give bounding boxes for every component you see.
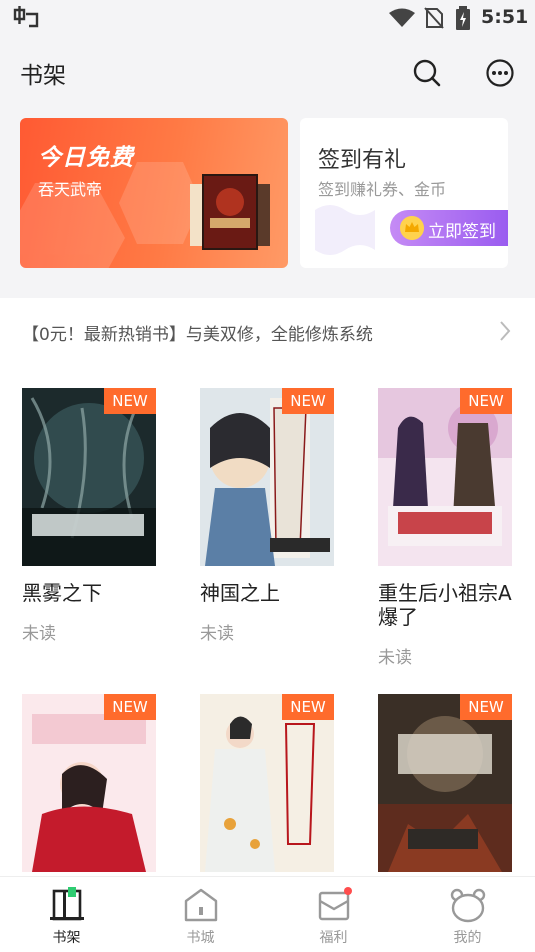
gift-icon xyxy=(318,887,352,921)
book-cover: NEW xyxy=(200,388,334,566)
book-cover: NEW xyxy=(378,388,512,566)
page-title: 书架 xyxy=(20,63,66,89)
new-badge: NEW xyxy=(104,388,156,414)
app-logo-icon xyxy=(13,6,39,28)
bottom-navigation: 书架 书城 福利 我的 xyxy=(0,876,535,952)
search-icon[interactable] xyxy=(412,58,442,88)
free-today-card[interactable]: 今日免费 吞天武帝 xyxy=(20,118,288,268)
free-today-label: 今日免费 xyxy=(38,145,134,171)
nav-store[interactable]: 书城 xyxy=(134,877,267,952)
new-badge: NEW xyxy=(282,388,334,414)
sign-in-button[interactable]: 立即签到 xyxy=(390,210,508,246)
sign-in-button-label: 立即签到 xyxy=(428,222,496,242)
free-book-cover xyxy=(190,174,270,250)
new-badge: NEW xyxy=(460,694,512,720)
nav-label: 书架 xyxy=(52,930,81,946)
nav-bookshelf[interactable]: 书架 xyxy=(0,877,133,952)
new-badge: NEW xyxy=(460,388,512,414)
status-bar: 5:51 xyxy=(0,0,535,36)
sign-in-title: 签到有礼 xyxy=(318,148,407,173)
nav-label: 福利 xyxy=(319,930,348,946)
chevron-right-icon xyxy=(500,321,511,341)
nav-label: 我的 xyxy=(453,930,482,946)
banner-text: 【0元！最新热销书】与美双修，全能修炼系统 xyxy=(22,325,373,345)
nav-label: 书城 xyxy=(186,930,215,946)
book-cover: NEW xyxy=(378,694,512,872)
free-book-title: 吞天武帝 xyxy=(38,180,103,199)
promo-banner[interactable]: 【0元！最新热销书】与美双修，全能修炼系统 xyxy=(0,298,535,364)
book-read-status: 未读 xyxy=(22,624,56,644)
new-badge: NEW xyxy=(104,694,156,720)
nav-profile[interactable]: 我的 xyxy=(401,877,534,952)
crown-coin-icon xyxy=(400,216,424,240)
app-header: 书架 xyxy=(0,36,535,106)
more-options-icon[interactable] xyxy=(485,58,515,88)
book-cover: NEW xyxy=(22,388,156,566)
book-title: 黑雾之下 xyxy=(22,581,102,605)
book-read-status: 未读 xyxy=(378,648,412,668)
decor-ribbon xyxy=(315,205,375,255)
sign-in-card[interactable]: 签到有礼 签到赚礼券、金币 立即签到 xyxy=(300,118,508,268)
book-title: 重生后小祖宗A爆了 xyxy=(378,581,512,629)
nav-benefits[interactable]: 福利 xyxy=(267,877,400,952)
battery-icon xyxy=(456,6,470,30)
book-title: 神国之上 xyxy=(200,581,280,605)
book-cover: NEW xyxy=(200,694,334,872)
new-badge: NEW xyxy=(282,694,334,720)
bookshelf-icon xyxy=(50,887,84,921)
no-sim-icon xyxy=(424,7,444,29)
sign-in-subtitle: 签到赚礼券、金币 xyxy=(318,180,447,199)
clock-time: 5:51 xyxy=(481,6,529,28)
store-icon xyxy=(184,888,218,922)
book-cover: NEW xyxy=(22,694,156,872)
wifi-icon xyxy=(389,8,415,27)
profile-icon xyxy=(450,888,486,923)
book-read-status: 未读 xyxy=(200,624,234,644)
